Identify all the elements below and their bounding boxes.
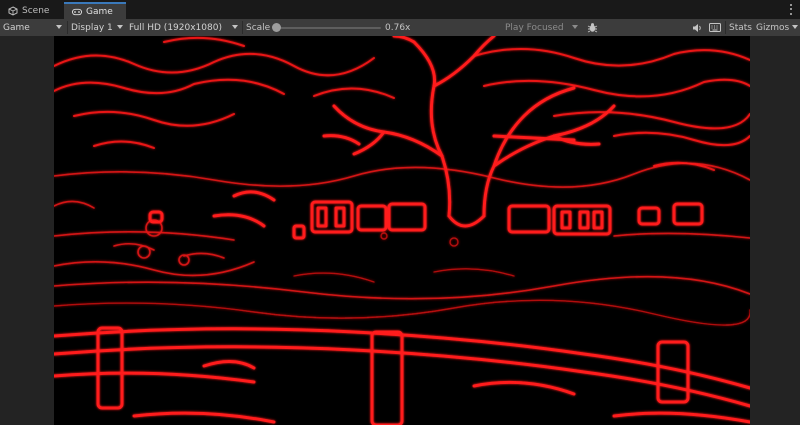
toolbar-divider <box>242 21 243 34</box>
scene-icon <box>8 5 18 16</box>
gizmos-chevron-down-icon <box>792 25 798 29</box>
gizmos-dropdown[interactable]: Gizmos <box>756 19 789 36</box>
game-view-toolbar: Game Display 1 Full HD (1920x1080) Scale… <box>0 19 800 37</box>
toolbar-divider <box>725 21 726 34</box>
play-mode-value: Play Focused <box>505 22 564 33</box>
tab-scene-label: Scene <box>22 5 50 16</box>
scale-slider-track[interactable] <box>275 27 381 29</box>
gamepad-icon <box>72 7 82 17</box>
play-mode-chevron-down-icon <box>572 25 578 29</box>
bug-icon[interactable] <box>585 21 599 34</box>
resolution-value: Full HD (1920x1080) <box>129 22 222 33</box>
scale-slider-handle[interactable] <box>272 23 281 32</box>
tab-game[interactable]: Game <box>64 2 126 19</box>
tab-scene[interactable]: Scene <box>0 2 62 19</box>
toolbar-divider <box>67 21 68 34</box>
scale-value: 0.76x <box>385 19 410 36</box>
view-mode-chevron-down-icon <box>56 25 62 29</box>
game-view-area[interactable] <box>0 36 800 425</box>
game-render-frame[interactable] <box>54 36 750 425</box>
speaker-icon[interactable] <box>690 21 704 34</box>
scale-label-text: Scale <box>246 22 271 33</box>
stats-button[interactable]: Stats <box>729 19 752 36</box>
scale-label: Scale <box>246 19 270 36</box>
resolution-chevron-down-icon <box>232 25 238 29</box>
keyboard-icon[interactable] <box>708 21 722 34</box>
view-mode-value: Game <box>3 22 30 33</box>
tab-game-label: Game <box>86 6 113 17</box>
display-chevron-down-icon <box>117 25 123 29</box>
display-dropdown[interactable]: Display 1 <box>71 19 113 36</box>
play-mode-dropdown[interactable]: Play Focused <box>505 19 564 36</box>
tab-menu-icon[interactable] <box>788 3 794 16</box>
stats-label: Stats <box>729 22 752 33</box>
editor-tab-bar: Scene Game <box>0 0 800 20</box>
display-value: Display 1 <box>71 22 113 33</box>
edge-detection-render <box>54 36 750 425</box>
view-mode-dropdown[interactable]: Game <box>3 19 30 36</box>
resolution-dropdown[interactable]: Full HD (1920x1080) <box>129 19 222 36</box>
scale-value-text: 0.76x <box>385 22 411 33</box>
gizmos-label: Gizmos <box>756 22 790 33</box>
